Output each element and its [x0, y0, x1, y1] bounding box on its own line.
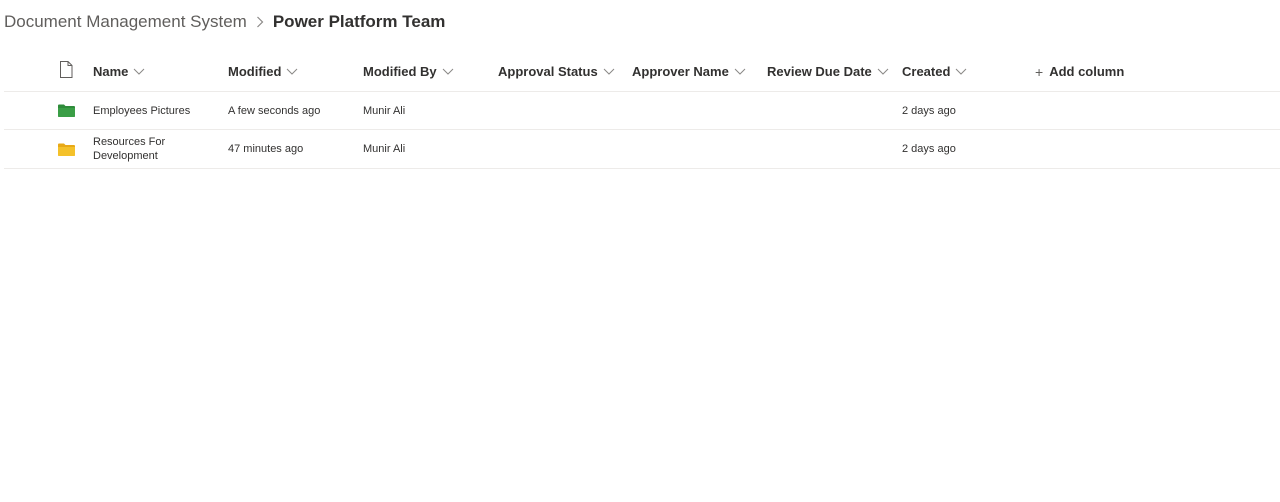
document-list: Name Modified Modified By Approval Statu… [4, 52, 1280, 169]
row-name-cell[interactable]: Resources For Development [93, 130, 173, 168]
column-header-name[interactable]: Name [93, 52, 145, 91]
column-header-modified-label: Modified [228, 64, 282, 79]
table-row[interactable]: Employees Pictures A few seconds ago Mun… [4, 92, 1280, 130]
row-created-cell: 2 days ago [902, 143, 956, 155]
row-name-link[interactable]: Employees Pictures [93, 104, 190, 118]
file-type-icon [59, 60, 73, 83]
row-modified-cell: A few seconds ago [228, 104, 321, 117]
plus-icon: + [1035, 63, 1044, 80]
column-header-modified-by-label: Modified By [363, 64, 437, 79]
row-name-cell[interactable]: Employees Pictures [93, 92, 190, 129]
chevron-down-icon [603, 68, 615, 75]
add-column-label: Add column [1049, 64, 1125, 79]
column-header-review-due-date[interactable]: Review Due Date [767, 52, 889, 91]
column-header-modified[interactable]: Modified [228, 52, 298, 91]
file-type-header[interactable] [56, 52, 76, 91]
column-header-approver-name[interactable]: Approver Name [632, 52, 746, 91]
chevron-down-icon [286, 68, 298, 75]
row-created-cell: 2 days ago [902, 104, 956, 117]
column-header-modified-by[interactable]: Modified By [363, 52, 454, 91]
column-header-approval-status-label: Approval Status [498, 64, 598, 79]
column-header-row: Name Modified Modified By Approval Statu… [4, 52, 1280, 92]
row-modified-cell: 47 minutes ago [228, 143, 304, 155]
chevron-down-icon [133, 68, 145, 75]
table-row[interactable]: Resources For Development 47 minutes ago… [4, 130, 1280, 169]
column-header-created[interactable]: Created [902, 52, 967, 91]
breadcrumb-parent-link[interactable]: Document Management System [4, 12, 247, 32]
breadcrumb-current: Power Platform Team [272, 12, 446, 31]
add-column-button[interactable]: + Add column [1035, 52, 1124, 91]
folder-green-icon [56, 92, 76, 129]
chevron-down-icon [734, 68, 746, 75]
column-header-approver-name-label: Approver Name [632, 64, 729, 79]
chevron-down-icon [442, 68, 454, 75]
column-header-name-label: Name [93, 64, 129, 79]
column-header-created-label: Created [902, 64, 951, 79]
breadcrumb: Document Management System Power Platfor… [4, 10, 445, 34]
row-modified-by-cell[interactable]: Munir Ali [363, 130, 405, 168]
chevron-down-icon [955, 68, 967, 75]
chevron-right-icon [256, 16, 264, 28]
chevron-down-icon [877, 68, 889, 75]
column-header-approval-status[interactable]: Approval Status [498, 52, 615, 91]
column-header-review-due-date-label: Review Due Date [767, 64, 872, 79]
row-name-link[interactable]: Resources For Development [93, 135, 173, 163]
folder-yellow-icon [56, 130, 76, 168]
row-modified-by-cell[interactable]: Munir Ali [363, 92, 405, 129]
